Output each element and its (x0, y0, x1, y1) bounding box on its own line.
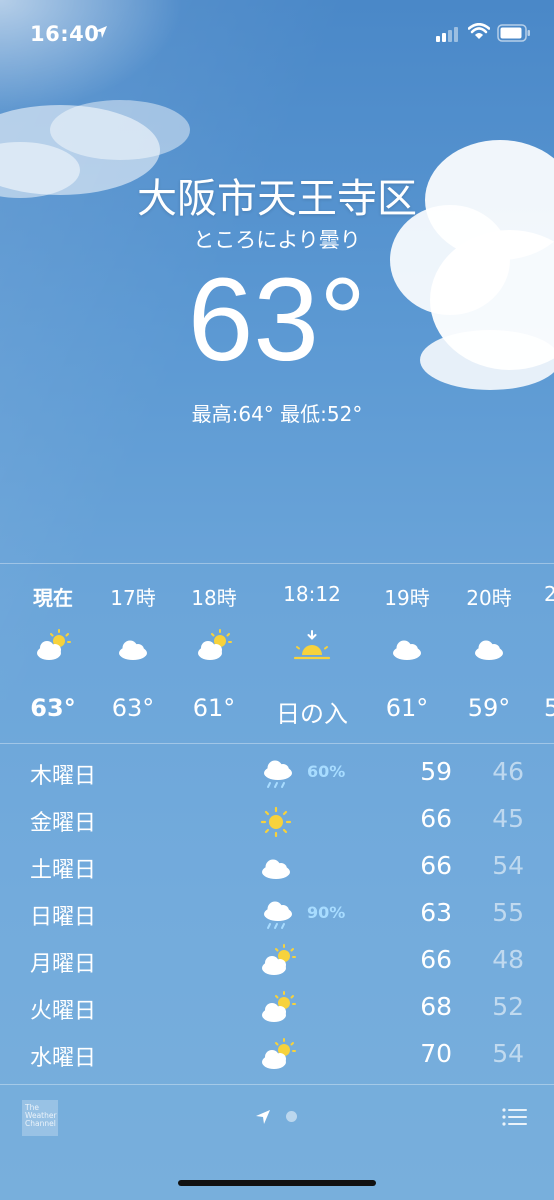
hourly-item: 18時 61° (169, 564, 259, 743)
day-low: 48 (492, 945, 524, 974)
hour-label: 17時 (110, 586, 156, 610)
daily-row: 木曜日 60% 59 46 (0, 750, 554, 797)
hour-temperature: 61° (385, 694, 429, 722)
status-time: 16:40 (30, 22, 100, 46)
partly-sunny-icon (37, 629, 71, 660)
list-icon[interactable] (502, 1107, 528, 1127)
current-temperature: 63° (187, 254, 367, 386)
hour-temperature: 63° (30, 694, 76, 722)
daily-row: 日曜日 90% 63 55 (0, 891, 554, 938)
hourly-item: 20時 59° (444, 564, 534, 743)
cloud-icon (119, 640, 147, 660)
day-high: 66 (420, 851, 452, 880)
day-name: 土曜日 (30, 858, 97, 883)
day-low: 54 (492, 1039, 524, 1068)
partly-sunny-icon (262, 944, 296, 975)
partly-sunny-icon (262, 991, 296, 1022)
page-indicator-dot[interactable] (286, 1111, 297, 1122)
battery-icon (497, 24, 530, 42)
day-name: 金曜日 (30, 811, 97, 836)
daily-row: 火曜日 68 52 (0, 985, 554, 1032)
hour-temperature: 5 (544, 694, 554, 722)
day-high: 59 (420, 757, 452, 786)
high-low-temperature: 最高:64° 最低:52° (191, 402, 363, 426)
status-bar: 16:40 (0, 0, 554, 70)
day-name: 火曜日 (30, 999, 97, 1024)
day-high: 68 (420, 992, 452, 1021)
hour-label: 19時 (384, 586, 430, 610)
day-low: 52 (492, 992, 524, 1021)
hour-temperature: 63° (111, 694, 155, 722)
day-name: 水曜日 (30, 1046, 97, 1071)
day-name: 日曜日 (30, 905, 97, 930)
day-high: 63 (420, 898, 452, 927)
home-indicator[interactable] (178, 1180, 376, 1186)
hour-label: 18時 (191, 586, 237, 610)
day-name: 月曜日 (30, 952, 97, 977)
hourly-item-sunset: 18:12 日の入 (267, 564, 357, 743)
cellular-signal-icon (436, 27, 458, 42)
cloud-icon (475, 640, 503, 660)
day-high: 66 (420, 804, 452, 833)
hour-temperature: 61° (192, 694, 236, 722)
hour-label: 2 (544, 582, 554, 606)
day-low: 46 (492, 757, 524, 786)
precipitation-chance: 60% (307, 762, 346, 781)
day-low: 45 (492, 804, 524, 833)
hour-label: 現在 (33, 586, 73, 610)
hourly-item: 17時 63° (88, 564, 178, 743)
day-low: 54 (492, 851, 524, 880)
day-high: 66 (420, 945, 452, 974)
hourly-item: 19時 61° (362, 564, 452, 743)
day-name: 木曜日 (30, 764, 97, 789)
cloud-icon (393, 640, 421, 660)
wifi-icon (468, 23, 490, 39)
partly-sunny-icon (198, 629, 232, 660)
rain-icon (264, 901, 292, 929)
hourly-item-now: 現在 63° (8, 564, 98, 743)
day-low: 55 (492, 898, 524, 927)
hour-label: 20時 (466, 586, 512, 610)
bottom-toolbar: The Weather Channel (0, 1084, 554, 1154)
hour-temperature: 59° (467, 694, 511, 722)
daily-row: 月曜日 66 48 (0, 938, 554, 985)
hour-label: 18:12 (283, 582, 341, 606)
daily-row: 水曜日 70 54 (0, 1032, 554, 1079)
rain-icon (264, 760, 292, 788)
current-location-page-icon[interactable] (255, 1109, 271, 1125)
city-name: 大阪市天王寺区 (137, 176, 417, 222)
daily-row: 金曜日 66 45 (0, 797, 554, 844)
cloud-icon (262, 859, 290, 879)
logo-line: Channel (25, 1119, 56, 1128)
hourly-forecast[interactable]: 現在 63° 17時 63° 18時 61° 18:12 日の入 19時 61°… (0, 563, 554, 744)
location-arrow-icon (95, 26, 107, 38)
day-high: 70 (420, 1039, 452, 1068)
hourly-item-partial: 2 5 (544, 564, 554, 743)
sun-icon (260, 806, 292, 837)
weather-channel-logo-button[interactable]: The Weather Channel (22, 1100, 58, 1136)
partly-sunny-icon (262, 1038, 296, 1069)
sunset-icon (293, 630, 331, 660)
daily-row: 土曜日 66 54 (0, 844, 554, 891)
hour-temperature: 日の入 (276, 700, 348, 728)
precipitation-chance: 90% (307, 903, 346, 922)
